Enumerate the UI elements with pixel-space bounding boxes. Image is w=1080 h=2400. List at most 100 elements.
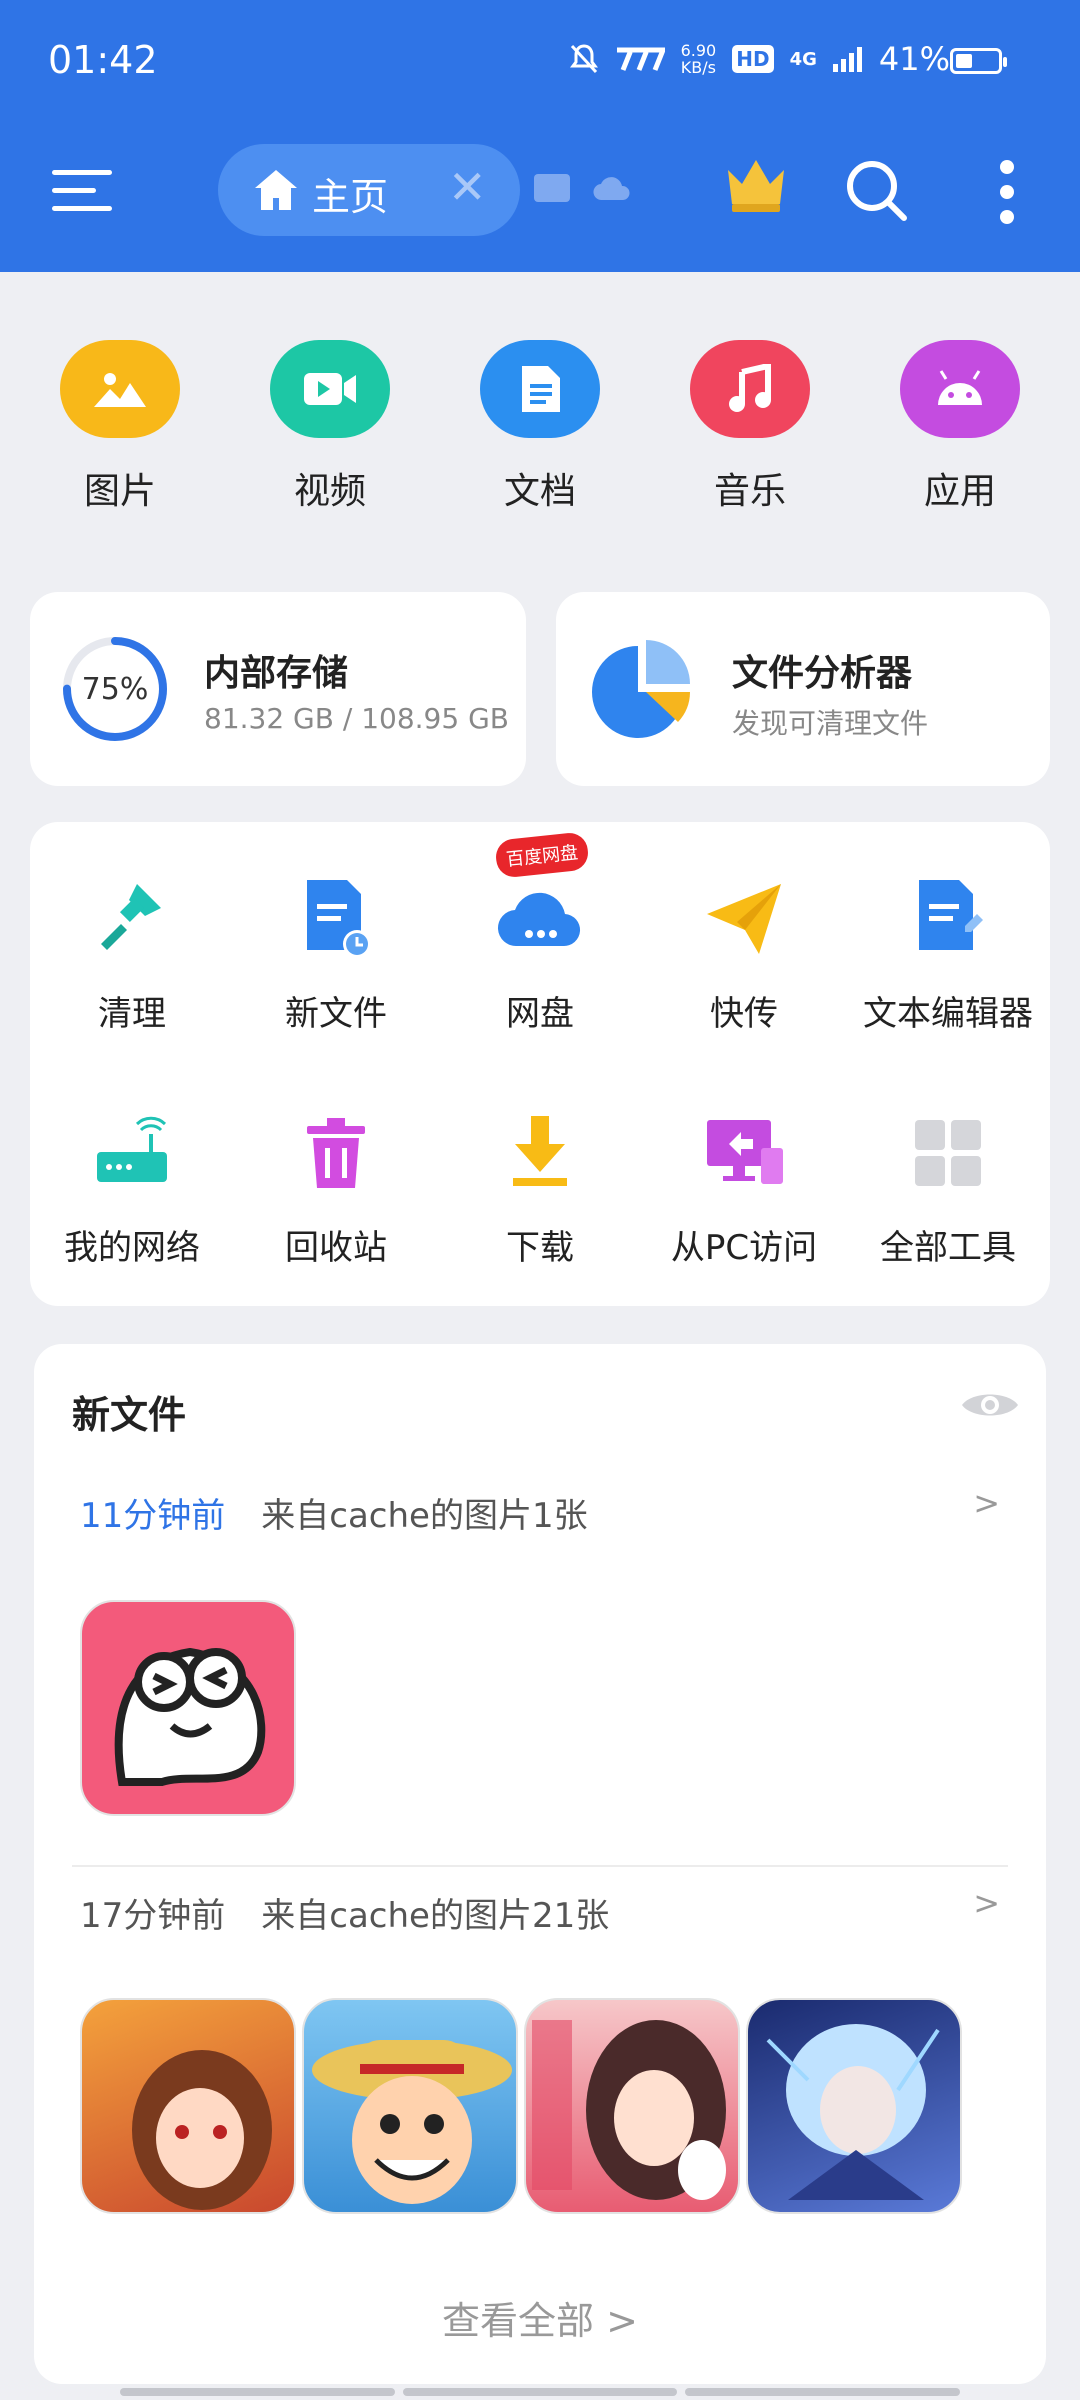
tool-label: 快传 [710,994,778,1034]
internal-storage-card[interactable]: 75% 内部存储 81.32 GB / 108.95 GB [30,592,526,786]
tool-my-network[interactable]: 我的网络 [30,1108,234,1269]
close-tab-icon[interactable]: ✕ [448,160,487,214]
document-icon [480,340,600,438]
tool-label: 网盘 [506,994,574,1034]
more-dot [1000,160,1014,174]
tool-clean[interactable]: 清理 [30,874,234,1035]
file-thumbnail[interactable] [80,1600,296,1816]
category-label: 应用 [923,471,996,512]
menu-button[interactable] [52,166,116,214]
app-header: 01:42 6.90 KB/s HD 4G 41% 主页 ✕ [0,0,1080,272]
tab-home-label: 主页 [312,175,389,219]
category-videos[interactable]: 视频 [250,340,410,514]
tool-cloud-drive[interactable]: 网盘 [438,874,642,1035]
file-analyzer-card[interactable]: 文件分析器 发现可清理文件 [556,592,1050,786]
music-icon [690,340,810,438]
group-time: 17分钟前 [80,1896,226,1936]
analyzer-subtitle: 发现可清理文件 [732,707,929,740]
new-files-title: 新文件 [72,1393,187,1437]
storage-detail: 81.32 GB / 108.95 GB [204,702,509,735]
view-all-link[interactable]: 查看全部 > [34,2290,1046,2345]
home-icon [255,170,297,210]
tool-label: 新文件 [285,994,387,1034]
text-editor-icon [919,880,983,950]
menu-line [52,170,112,175]
more-dot [1000,210,1014,224]
tab-home[interactable]: 主页 ✕ [218,144,520,236]
analyzer-title: 文件分析器 [732,653,913,694]
gesture-segment [685,2388,961,2396]
router-icon [97,1116,167,1182]
new-files-panel: 新文件 11分钟前 来自cache的图片1张 > 17分钟前 来自cache的图片2… [34,1344,1046,2384]
more-dot [1000,185,1014,199]
sd-card-icon[interactable] [534,174,570,202]
tool-new-file[interactable]: 新文件 [234,874,438,1035]
group-desc: 来自cache的图片1张 [261,1496,588,1536]
group-time: 11分钟前 [80,1496,226,1536]
tool-label: 清理 [98,994,166,1034]
tool-text-editor[interactable]: 文本编辑器 [846,874,1050,1035]
pie-chart-icon [592,640,690,738]
file-group-header[interactable]: 17分钟前 来自cache的图片21张 [80,1888,609,1937]
download-icon [513,1116,567,1186]
tool-download[interactable]: 下载 [438,1108,642,1269]
cloud-drive-icon [497,892,581,947]
trash-icon [307,1118,365,1188]
file-thumbnail[interactable] [524,1998,740,2214]
battery-fill [956,54,972,68]
chevron-right-icon[interactable]: > [973,1484,1000,1522]
tool-quick-transfer[interactable]: 快传 [642,874,846,1035]
gesture-segment [120,2388,395,2396]
category-music[interactable]: 音乐 [670,340,830,514]
cloud-icon[interactable] [592,174,632,202]
pc-access-icon [707,1120,783,1184]
baidu-drive-badge: 百度网盘 [494,831,590,879]
group-desc: 来自cache的图片21张 [261,1896,610,1936]
brush-icon [101,884,161,950]
category-label: 音乐 [713,471,786,512]
status-icons: 6.90 KB/s HD 4G 41% [569,40,950,78]
status-bar: 01:42 6.90 KB/s HD 4G 41% [0,0,1080,120]
file-group-header[interactable]: 11分钟前 来自cache的图片1张 [80,1488,588,1537]
crown-icon[interactable] [724,156,788,216]
category-pictures[interactable]: 图片 [40,340,200,514]
tool-recycle-bin[interactable]: 回收站 [234,1108,438,1269]
tool-all-tools[interactable]: 全部工具 [846,1108,1050,1269]
tool-label: 回收站 [285,1228,387,1268]
new-file-icon [307,880,371,958]
all-tools-icon [915,1120,981,1186]
tool-label: 文本编辑器 [863,994,1033,1034]
category-documents[interactable]: 文档 [460,340,620,514]
anniversary-girl-thumbnail [532,2020,726,2200]
chevron-right-icon[interactable]: > [973,1884,1000,1922]
signal-4g-icon: 4G [789,48,817,70]
hd-icon: HD [732,45,774,73]
file-thumbnail[interactable] [80,1998,296,2214]
straw-hat-thumbnail [312,2040,512,2204]
carrier-icon [616,47,665,71]
category-row: 图片 视频 文档 音乐 应用 [0,340,1080,530]
menu-line [52,206,112,211]
mage-thumbnail [766,2024,940,2200]
category-label: 图片 [83,471,156,512]
status-time: 01:42 [48,38,158,82]
more-options-button[interactable] [994,160,1020,224]
storage-percent: 75% [81,672,149,707]
file-thumbnail[interactable] [302,1998,518,2214]
tool-label: 下载 [506,1228,574,1268]
tool-label: 从PC访问 [670,1228,818,1268]
bell-off-icon [569,44,598,74]
menu-line [52,188,96,193]
storage-title: 内部存储 [204,653,349,694]
category-apps[interactable]: 应用 [880,340,1040,514]
tool-pc-access[interactable]: 从PC访问 [642,1108,846,1269]
file-thumbnail[interactable] [746,1998,962,2214]
android-icon [900,340,1020,438]
picture-icon [60,340,180,438]
search-icon[interactable] [842,156,910,224]
gesture-segment [402,2388,678,2396]
tool-label: 全部工具 [880,1228,1016,1268]
tools-panel: 百度网盘 清理 新文件 网盘 快传 文本编辑器 我的网络 回收站 下载 从PC访… [30,822,1050,1306]
tool-label: 我的网络 [64,1228,200,1268]
eye-icon[interactable] [960,1388,1020,1422]
